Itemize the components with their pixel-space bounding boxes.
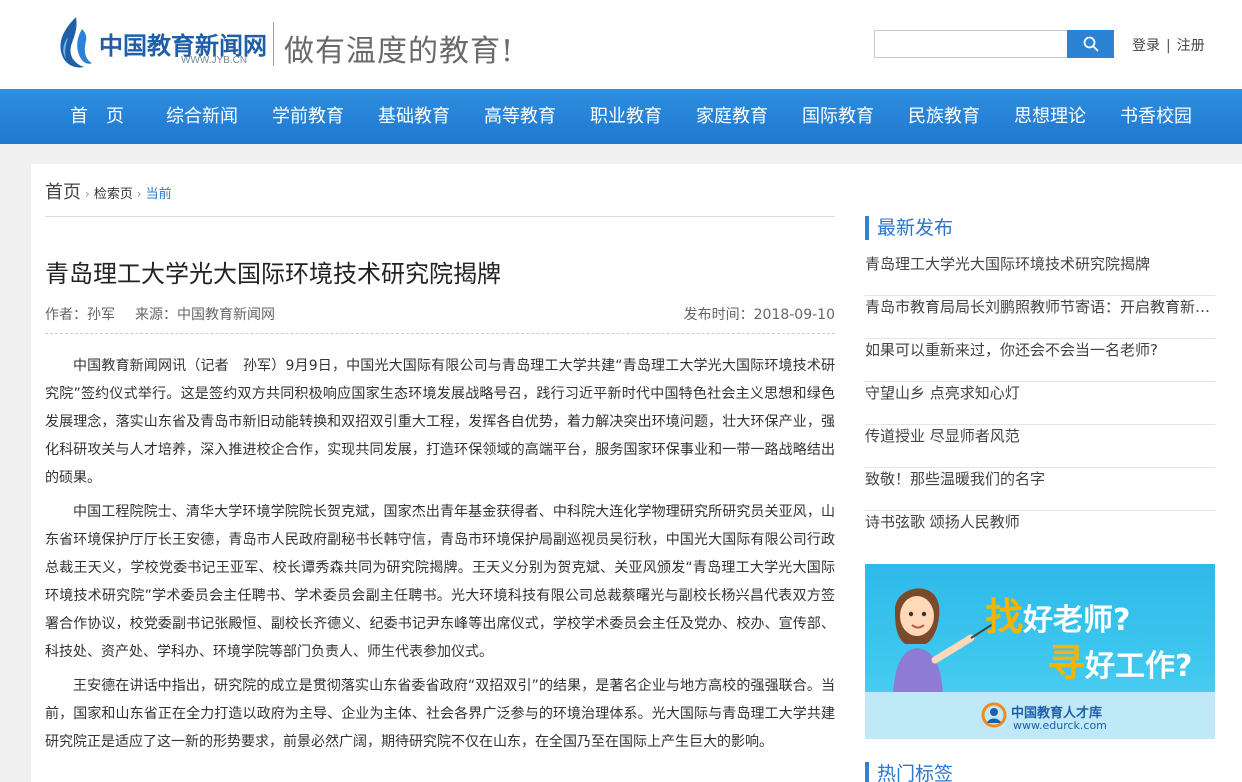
nav-item-higher-education[interactable]: 高等教育	[484, 89, 556, 144]
publish-label: 发布时间：	[683, 307, 754, 323]
login-link[interactable]: 登录	[1132, 38, 1160, 54]
breadcrumb-search[interactable]: 检索页	[94, 187, 133, 202]
breadcrumb-home[interactable]: 首页	[45, 182, 81, 203]
publish-info: 发布时间：2018-09-10	[684, 304, 835, 324]
article-paragraph: 中国工程院院士、清华大学环境学院院长贺克斌，国家杰出青年基金获得者、中科院大连化…	[45, 504, 835, 660]
chevron-right-icon: ›	[136, 187, 142, 201]
latest-news-item[interactable]: 青岛理工大学光大国际环境技术研究院揭牌	[865, 253, 1215, 296]
hot-tags-heading: 热门标签	[865, 762, 1215, 782]
search-input[interactable]	[874, 30, 1068, 58]
breadcrumb-divider	[45, 216, 835, 217]
logo-url-text: WWW.JYB.CN	[181, 55, 248, 66]
nav-item-campus-reading[interactable]: 书香校园	[1120, 89, 1192, 144]
ad-text-2: 好工作?	[1085, 649, 1193, 684]
search-icon	[1083, 36, 1098, 52]
article-meta: 作者：孙军 来源：中国教育新闻网 发布时间：2018-09-10	[45, 304, 835, 324]
ad-highlight-2: 寻	[1047, 641, 1086, 685]
ad-url: www.edurck.com	[1013, 719, 1107, 732]
search-button[interactable]	[1067, 30, 1114, 58]
site-header: 中国教育新闻网 WWW.JYB.CN 做有温度的教育! 登录 | 注册	[0, 0, 1242, 89]
source-name: 中国教育新闻网	[177, 307, 275, 323]
recruitment-ad-banner[interactable]: 找好老师? 寻好工作? 中国教育人才库 www.edurck.com	[865, 564, 1215, 739]
latest-news-item[interactable]: 守望山乡 点亮求知心灯	[865, 382, 1215, 425]
ad-highlight-1: 找	[985, 595, 1024, 639]
nav-item-family[interactable]: 家庭教育	[696, 89, 768, 144]
nav-item-home[interactable]: 首 页	[70, 89, 124, 144]
ad-headline-2: 寻好工作?	[1047, 632, 1192, 687]
author-name: 孙军	[87, 307, 115, 323]
latest-news-item[interactable]: 诗书弦歌 颂扬人民教师	[865, 511, 1215, 554]
author-label: 作者：	[45, 307, 87, 323]
teacher-illustration-icon	[893, 588, 994, 702]
register-link[interactable]: 注册	[1177, 38, 1205, 54]
latest-news-item[interactable]: 青岛市教育局局长刘鹏照教师节寄语：开启教育新篇章	[865, 296, 1215, 339]
nav-item-vocational[interactable]: 职业教育	[590, 89, 662, 144]
breadcrumb: 首页 › 检索页 › 当前	[45, 178, 172, 204]
latest-news-item[interactable]: 致敬！那些温暖我们的名字	[865, 468, 1215, 511]
talent-bank-logo-icon	[981, 702, 1007, 728]
nav-item-ethnic[interactable]: 民族教育	[908, 89, 980, 144]
article-body: 中国教育新闻网讯（记者 孙军）9月9日，中国光大国际有限公司与青岛理工大学共建“…	[45, 352, 835, 762]
flame-logo-icon	[60, 17, 92, 68]
auth-separator: |	[1166, 38, 1171, 54]
article-title: 青岛理工大学光大国际环境技术研究院揭牌	[45, 260, 501, 288]
article-paragraph: 王安德在讲话中指出，研究院的成立是贯彻落实山东省委省政府“双招双引”的结果，是著…	[45, 678, 835, 750]
nav-item-theory[interactable]: 思想理论	[1014, 89, 1086, 144]
latest-news-item[interactable]: 传道授业 尽显师者风范	[865, 425, 1215, 468]
source-label: 来源：	[135, 307, 177, 323]
latest-news-item[interactable]: 如果可以重新来过，你还会不会当一名老师?	[865, 339, 1215, 382]
nav-item-preschool[interactable]: 学前教育	[272, 89, 344, 144]
nav-item-general-news[interactable]: 综合新闻	[166, 89, 238, 144]
chevron-right-icon: ›	[85, 187, 90, 201]
site-slogan: 做有温度的教育!	[284, 34, 515, 69]
publish-date: 2018-09-10	[753, 307, 835, 323]
logo-divider	[273, 22, 274, 66]
article-paragraph: 中国教育新闻网讯（记者 孙军）9月9日，中国光大国际有限公司与青岛理工大学共建“…	[45, 358, 835, 486]
nav-item-international[interactable]: 国际教育	[802, 89, 874, 144]
auth-links: 登录 | 注册	[1132, 35, 1205, 55]
main-nav: 首 页 综合新闻 学前教育 基础教育 高等教育 职业教育 家庭教育 国际教育 民…	[0, 89, 1242, 144]
breadcrumb-current: 当前	[145, 187, 172, 202]
meta-divider	[45, 333, 835, 334]
content-panel: 首页 › 检索页 › 当前 青岛理工大学光大国际环境技术研究院揭牌 作者：孙军 来源：中国…	[31, 164, 1242, 782]
site-logo[interactable]: 中国教育新闻网 WWW.JYB.CN	[54, 15, 269, 73]
nav-item-basic-education[interactable]: 基础教育	[378, 89, 450, 144]
latest-heading: 最新发布	[865, 216, 1215, 240]
